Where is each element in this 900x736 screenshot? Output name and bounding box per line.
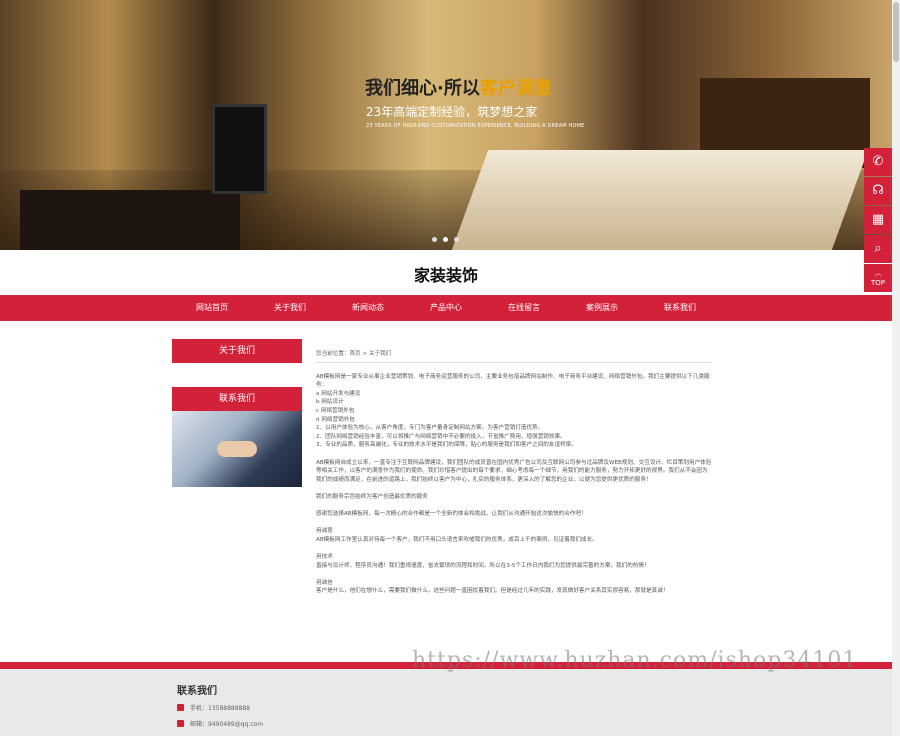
back-to-top-button[interactable]: ︿ TOP (864, 264, 892, 292)
sidebar-about-title[interactable]: 关于我们 (172, 339, 302, 363)
article-body: AB模板网是一家专业从事企业营销策划、电子商务运营服务的公司，主要业务包括品牌网… (316, 373, 712, 596)
nav-products[interactable]: 产品中心 (407, 295, 485, 321)
article-paragraph: 用技术 (316, 554, 333, 561)
hero-banner[interactable]: 我们细心·所以客户满意 23年高端定制经验，筑梦想之家 23 YEARS OF … (0, 0, 892, 250)
article-paragraph: 感谢您选择AB模板网，每一次精心的合作都是一个全新的体会和挑战，让我们从沟通开始… (316, 511, 587, 518)
banner-title: 我们细心·所以客户满意 (365, 74, 552, 100)
watermark: https://www.huzhan.com/ishop34101 (412, 648, 858, 673)
banner-desk (20, 190, 240, 250)
handshake-image (172, 411, 302, 487)
slider-dots (432, 237, 459, 242)
sidebar: 关于我们 联系我们 (172, 339, 302, 487)
footer: 联系我们 手机：13588888888 邮箱：9490489@qq.com (0, 669, 892, 736)
sidebar-contact-title[interactable]: 联系我们 (172, 387, 302, 411)
banner-title-highlight: 客户满意 (479, 78, 552, 99)
floating-toolbar: ✆ ☊ ▦ ⌕ ︿ TOP (864, 148, 892, 293)
qrcode-icon[interactable]: ▦ (864, 206, 892, 234)
article-paragraph (316, 502, 712, 511)
headset-icon[interactable]: ☊ (864, 177, 892, 205)
scrollbar-thumb[interactable] (893, 2, 899, 62)
banner-subtitle: 23年高端定制经验，筑梦想之家 (366, 105, 538, 119)
sidebar-about-list (172, 363, 302, 387)
footer-title: 联系我们 (177, 686, 217, 697)
article-paragraph: 1、以用户体验为核心，从客户角度，专门为客户量身定制网站方案，为客户营销打造优势… (316, 425, 544, 432)
nav-about[interactable]: 关于我们 (251, 295, 329, 321)
article-paragraph: 用诚意 (316, 528, 333, 535)
scrollbar[interactable] (892, 0, 900, 736)
article-paragraph (316, 450, 712, 459)
article-paragraph: 客户是什么，他们在想什么，需要我们做什么，这些问题一直困扰着我们。但是经过几年的… (316, 588, 669, 595)
article-paragraph: 3、专业的品质，服务高端化，专业的技术水平是我们的保障，贴心的服务是我们和客户之… (316, 442, 577, 449)
banner-tv (212, 104, 267, 194)
chevron-up-icon: ︿ (874, 269, 882, 277)
footer-phone-text: 手机：13588888888 (190, 705, 250, 712)
article-paragraph (316, 544, 712, 553)
nav-contact[interactable]: 联系我们 (641, 295, 719, 321)
footer-email-text: 邮箱：9490489@qq.com (190, 721, 264, 728)
phone-icon (177, 704, 184, 711)
slider-dot[interactable] (432, 237, 437, 242)
phone-icon[interactable]: ✆ (864, 148, 892, 176)
search-icon[interactable]: ⌕ (864, 235, 892, 263)
mail-icon (177, 720, 184, 727)
article-paragraph: AB模板网工作室认真对待每一个客户，我们不用口头语言来吹嘘我们的优秀，成百上千的… (316, 536, 598, 543)
nav-message[interactable]: 在线留言 (485, 295, 563, 321)
article-paragraph: 我们的服务宗旨始终为客户创造最优质的服务 (316, 493, 428, 500)
breadcrumb: 您当前位置：首页 > 关于我们 (316, 350, 712, 363)
article: 您当前位置：首页 > 关于我们 AB模板网是一家专业从事企业营销策划、电子商务运… (316, 350, 712, 596)
nav-home[interactable]: 网站首页 (173, 295, 251, 321)
slider-dot-active[interactable] (443, 237, 448, 242)
banner-subtitle-en: 23 YEARS OF HIGH-END CUSTOMIZATION EXPER… (366, 123, 585, 129)
banner-bed (451, 150, 869, 250)
nav-cases[interactable]: 案例展示 (563, 295, 641, 321)
footer-email: 邮箱：9490489@qq.com (177, 719, 263, 728)
main-nav: 网站首页 关于我们 新闻动态 产品中心 在线留言 案例展示 联系我们 (0, 295, 892, 321)
article-paragraph: 2、团队网络营销经验丰富，可以将推广与网络营销中不必要的投入，节省推广费用，增强… (316, 433, 566, 440)
article-paragraph (316, 484, 712, 493)
banner-title-main: 我们细心·所以 (365, 78, 480, 99)
article-paragraph: a 网站开发与建设 (316, 390, 361, 397)
footer-phone: 手机：13588888888 (177, 703, 250, 712)
article-paragraph: AB模板网是一家专业从事企业营销策划、电子商务运营服务的公司，主要业务包括品牌网… (316, 373, 710, 389)
top-label: TOP (870, 279, 885, 287)
nav-news[interactable]: 新闻动态 (329, 295, 407, 321)
article-paragraph: b 网站设计 (316, 399, 344, 406)
article-paragraph (316, 570, 712, 579)
article-paragraph: AB模板网自成立以来，一直专注于互联网品牌建设，我们团队的成员曾在国内优秀广告公… (316, 459, 712, 483)
slider-dot[interactable] (454, 237, 459, 242)
site-title: 家装装饰 (413, 266, 478, 285)
article-paragraph: 用诚信 (316, 579, 333, 586)
article-paragraph: 直接与设计师、程序员沟通！我们重视速度，省去繁琐的流程和时间，所以在3-5个工作… (316, 562, 650, 569)
article-paragraph (316, 519, 712, 528)
article-paragraph: c 网络营销外包 (316, 407, 355, 414)
article-paragraph: d 网络营销外包 (316, 416, 355, 423)
